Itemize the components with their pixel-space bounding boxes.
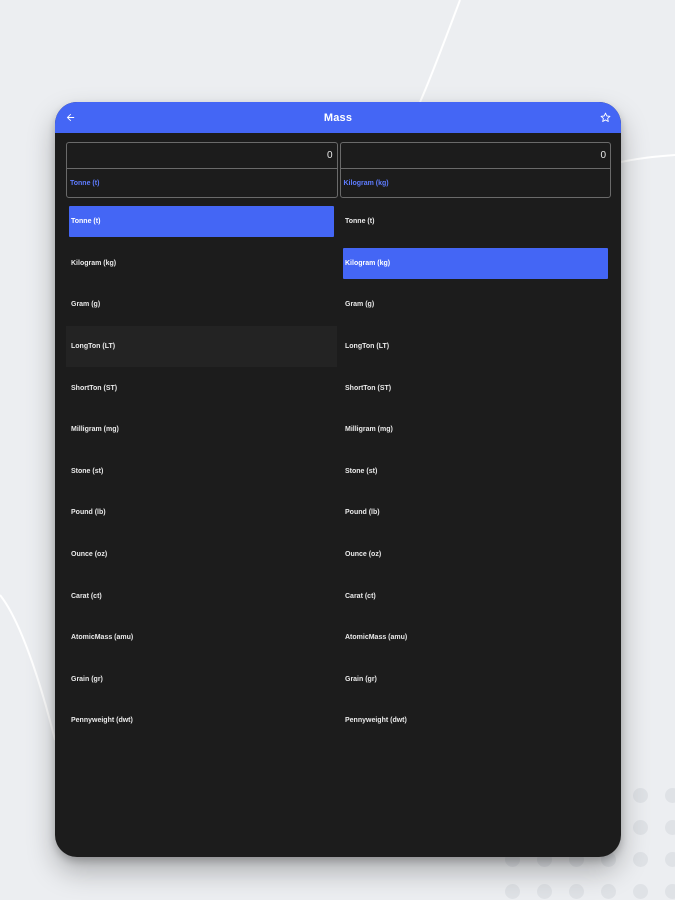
from-unit-item[interactable]: Pennyweight (dwt) (66, 700, 337, 742)
from-unit-item[interactable]: Stone (st) (66, 451, 337, 493)
decorative-dot (537, 884, 552, 899)
decorative-dot (665, 852, 675, 867)
to-unit-item-label: LongTon (LT) (345, 343, 390, 351)
from-unit-item[interactable]: Pound (lb) (66, 492, 337, 534)
from-unit-item-label: LongTon (LT) (71, 343, 116, 351)
from-unit-item[interactable]: Kilogram (kg) (66, 243, 337, 285)
from-unit-item-label: Stone (st) (71, 467, 104, 475)
to-unit-item-label: Carat (ct) (345, 592, 376, 600)
from-unit-item-label: Pennyweight (dwt) (71, 717, 133, 725)
to-unit-item[interactable]: Pound (lb) (340, 492, 611, 534)
from-unit-item-label: Ounce (oz) (71, 551, 108, 559)
from-unit-list: Tonne (t) Kilogram (kg) Gram (g) LongTon (L… (66, 201, 337, 742)
to-unit-item[interactable]: Gram (g) (340, 284, 611, 326)
to-unit-item-label: Pound (lb) (345, 509, 380, 517)
page-title: Mass (323, 111, 353, 124)
from-unit-item[interactable]: Carat (ct) (66, 575, 337, 617)
decorative-dot (665, 820, 675, 835)
decorative-dot (633, 820, 648, 835)
to-value-input[interactable] (340, 143, 610, 169)
converter-panel: Tonne (t) Kilogram (kg) (66, 142, 611, 198)
app-bar: Mass (55, 102, 621, 133)
to-unit-item-label: Milligram (mg) (345, 426, 393, 434)
from-unit-item-label: Carat (ct) (71, 592, 102, 600)
to-unit-item[interactable]: Carat (ct) (340, 575, 611, 617)
to-unit-item[interactable]: ShortTon (ST) (340, 367, 611, 409)
decorative-dot (633, 852, 648, 867)
to-unit-list: Tonne (t) Kilogram (kg) Gram (g) LongTon (L… (340, 201, 611, 742)
from-unit-item-label: Pound (lb) (71, 509, 106, 517)
to-unit-item-label: Ounce (oz) (345, 551, 382, 559)
from-unit-item[interactable]: Ounce (oz) (66, 534, 337, 576)
app-window: Mass Tonne (t) Kilogram (kg) Tonne (t) Ki… (55, 102, 621, 857)
from-unit-item-label: Grain (gr) (71, 675, 103, 683)
from-unit-item[interactable]: ShortTon (ST) (66, 367, 337, 409)
to-unit-item[interactable]: Ounce (oz) (340, 534, 611, 576)
to-unit-item-label: Pennyweight (dwt) (345, 717, 407, 725)
decorative-dot (665, 884, 675, 899)
from-unit-item-label: Milligram (mg) (71, 426, 119, 434)
to-unit-item-label: Grain (gr) (345, 675, 377, 683)
to-unit-item-label: Stone (st) (345, 467, 378, 475)
favorite-star-icon[interactable] (599, 111, 613, 125)
from-unit-item[interactable]: AtomicMass (amu) (66, 617, 337, 659)
from-unit-item-label: AtomicMass (amu) (71, 634, 134, 642)
from-unit-item[interactable]: Milligram (mg) (66, 409, 337, 451)
to-unit-item[interactable]: LongTon (LT) (340, 326, 611, 368)
from-value-input[interactable] (67, 143, 337, 169)
decorative-dot (601, 884, 616, 899)
from-unit-item-label: Tonne (t) (69, 206, 334, 238)
to-unit-label: Kilogram (kg) (343, 179, 389, 187)
decorative-dot (505, 884, 520, 899)
decorative-dot (665, 788, 675, 803)
from-unit-item[interactable]: Grain (gr) (66, 659, 337, 701)
to-unit-item[interactable]: Milligram (mg) (340, 409, 611, 451)
to-unit-item[interactable]: AtomicMass (amu) (340, 617, 611, 659)
from-unit-item-label: ShortTon (ST) (71, 384, 118, 392)
from-unit-item[interactable]: Tonne (t) (66, 201, 337, 243)
decorative-dot (633, 884, 648, 899)
to-unit-item[interactable]: Stone (st) (340, 451, 611, 493)
to-unit-item[interactable]: Tonne (t) (340, 201, 611, 243)
from-unit-item[interactable]: Gram (g) (66, 284, 337, 326)
to-unit-item[interactable]: Pennyweight (dwt) (340, 700, 611, 742)
to-unit-item[interactable]: Kilogram (kg) (340, 243, 611, 285)
to-unit-item-label: ShortTon (ST) (345, 384, 392, 392)
from-unit-label: Tonne (t) (70, 179, 100, 187)
from-unit-item[interactable]: LongTon (LT) (66, 325, 337, 368)
to-unit-item-label: Tonne (t) (345, 218, 375, 226)
back-arrow-icon[interactable] (63, 111, 77, 125)
from-converter: Tonne (t) (66, 142, 338, 198)
to-converter: Kilogram (kg) (339, 142, 611, 198)
from-unit-item-label: Kilogram (kg) (71, 259, 117, 267)
to-unit-item-label: Gram (g) (345, 301, 375, 309)
to-unit-item-label: Kilogram (kg) (343, 247, 608, 279)
to-unit-item[interactable]: Grain (gr) (340, 659, 611, 701)
unit-lists: Tonne (t) Kilogram (kg) Gram (g) LongTon (L… (66, 201, 611, 742)
from-unit-item-label: Gram (g) (71, 301, 101, 309)
decorative-dot (569, 884, 584, 899)
to-unit-item-label: AtomicMass (amu) (345, 634, 408, 642)
decorative-dot (633, 788, 648, 803)
